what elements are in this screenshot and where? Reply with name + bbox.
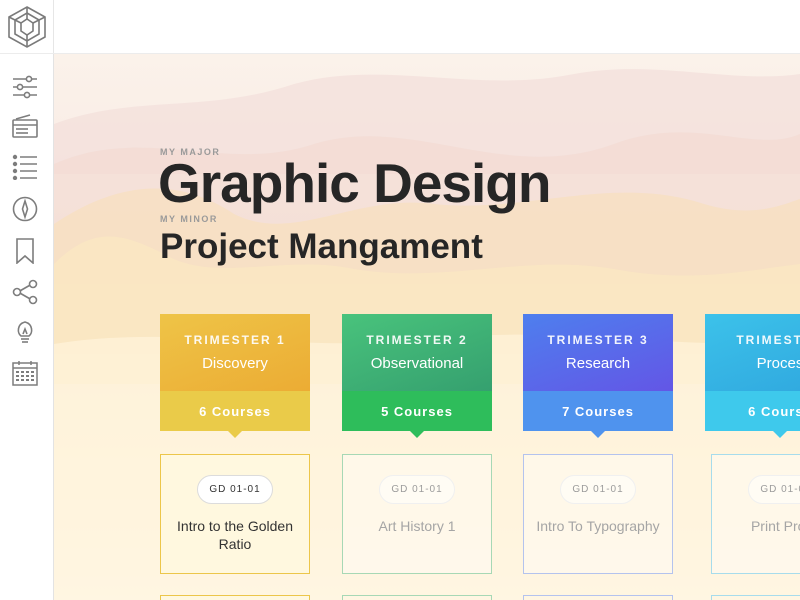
trimester-label: TRIMESTER 3	[547, 333, 649, 347]
course-code-badge: GD 01-01	[748, 475, 800, 504]
course-card-row2-4[interactable]	[711, 595, 800, 600]
course-card-2[interactable]: GD 01-01 Art History 1	[342, 454, 492, 574]
major-title: Graphic Design	[158, 152, 551, 214]
course-title: Art History 1	[378, 518, 456, 534]
arrow-pointer	[773, 431, 787, 438]
arrow-pointer	[410, 431, 424, 438]
trimester-name: Research	[565, 355, 631, 372]
course-card-row2-2[interactable]	[342, 595, 492, 600]
course-title: Print Produ	[750, 518, 800, 534]
course-card-4[interactable]: GD 01-01 Print Produ	[711, 454, 800, 574]
trimester-courses: 7 Courses	[523, 391, 673, 431]
top-bar	[0, 0, 800, 54]
course-card-row2-3[interactable]	[523, 595, 673, 600]
course-card-1[interactable]: GD 01-01 Intro to the Golden Ratio	[160, 454, 310, 574]
trimester-label: TRIMESTER 2	[366, 333, 468, 347]
trimester-name: Proces	[756, 355, 800, 372]
calendar-icon[interactable]	[11, 359, 39, 387]
lightbulb-icon[interactable]	[11, 318, 39, 346]
trimester-name: Discovery	[202, 355, 268, 372]
course-code-badge: GD 01-01	[560, 475, 636, 504]
trimester-header: TRIMESTER Proces	[705, 314, 800, 391]
main-content: MY MAJOR Graphic Design MY MINOR Project…	[54, 54, 800, 600]
share-icon[interactable]	[11, 278, 39, 306]
trimester-header: TRIMESTER 3 Research	[523, 314, 673, 391]
trimester-header: TRIMESTER 1 Discovery	[160, 314, 310, 391]
bookmark-icon[interactable]	[11, 237, 39, 265]
compass-icon[interactable]	[11, 195, 39, 223]
arrow-pointer	[591, 431, 605, 438]
list-icon[interactable]	[11, 153, 39, 181]
trimester-courses: 6 Course	[705, 391, 800, 431]
course-card-row2-1[interactable]	[160, 595, 310, 600]
cube-logo-icon[interactable]	[0, 0, 54, 53]
trimester-card-1[interactable]: TRIMESTER 1 Discovery 6 Courses	[160, 314, 310, 438]
trimester-label: TRIMESTER	[736, 333, 800, 347]
course-title: Intro to the Golden Ratio	[177, 518, 293, 552]
trimester-courses: 5 Courses	[342, 391, 492, 431]
trimester-courses: 6 Courses	[160, 391, 310, 431]
sliders-icon[interactable]	[11, 73, 39, 101]
minor-title: Project Mangament	[160, 227, 483, 266]
course-code-badge: GD 01-01	[197, 475, 273, 504]
trimester-label: TRIMESTER 1	[184, 333, 286, 347]
course-card-3[interactable]: GD 01-01 Intro To Typography	[523, 454, 673, 574]
trimester-card-2[interactable]: TRIMESTER 2 Observational 5 Courses	[342, 314, 492, 438]
arrow-pointer	[228, 431, 242, 438]
trimester-name: Observational	[370, 355, 464, 372]
sidebar	[0, 53, 54, 600]
trimester-header: TRIMESTER 2 Observational	[342, 314, 492, 391]
radio-icon[interactable]	[11, 113, 39, 141]
trimester-card-4[interactable]: TRIMESTER Proces 6 Course	[705, 314, 800, 438]
trimester-card-3[interactable]: TRIMESTER 3 Research 7 Courses	[523, 314, 673, 438]
course-code-badge: GD 01-01	[379, 475, 455, 504]
minor-label: MY MINOR	[160, 214, 218, 224]
course-title: Intro To Typography	[536, 518, 660, 534]
